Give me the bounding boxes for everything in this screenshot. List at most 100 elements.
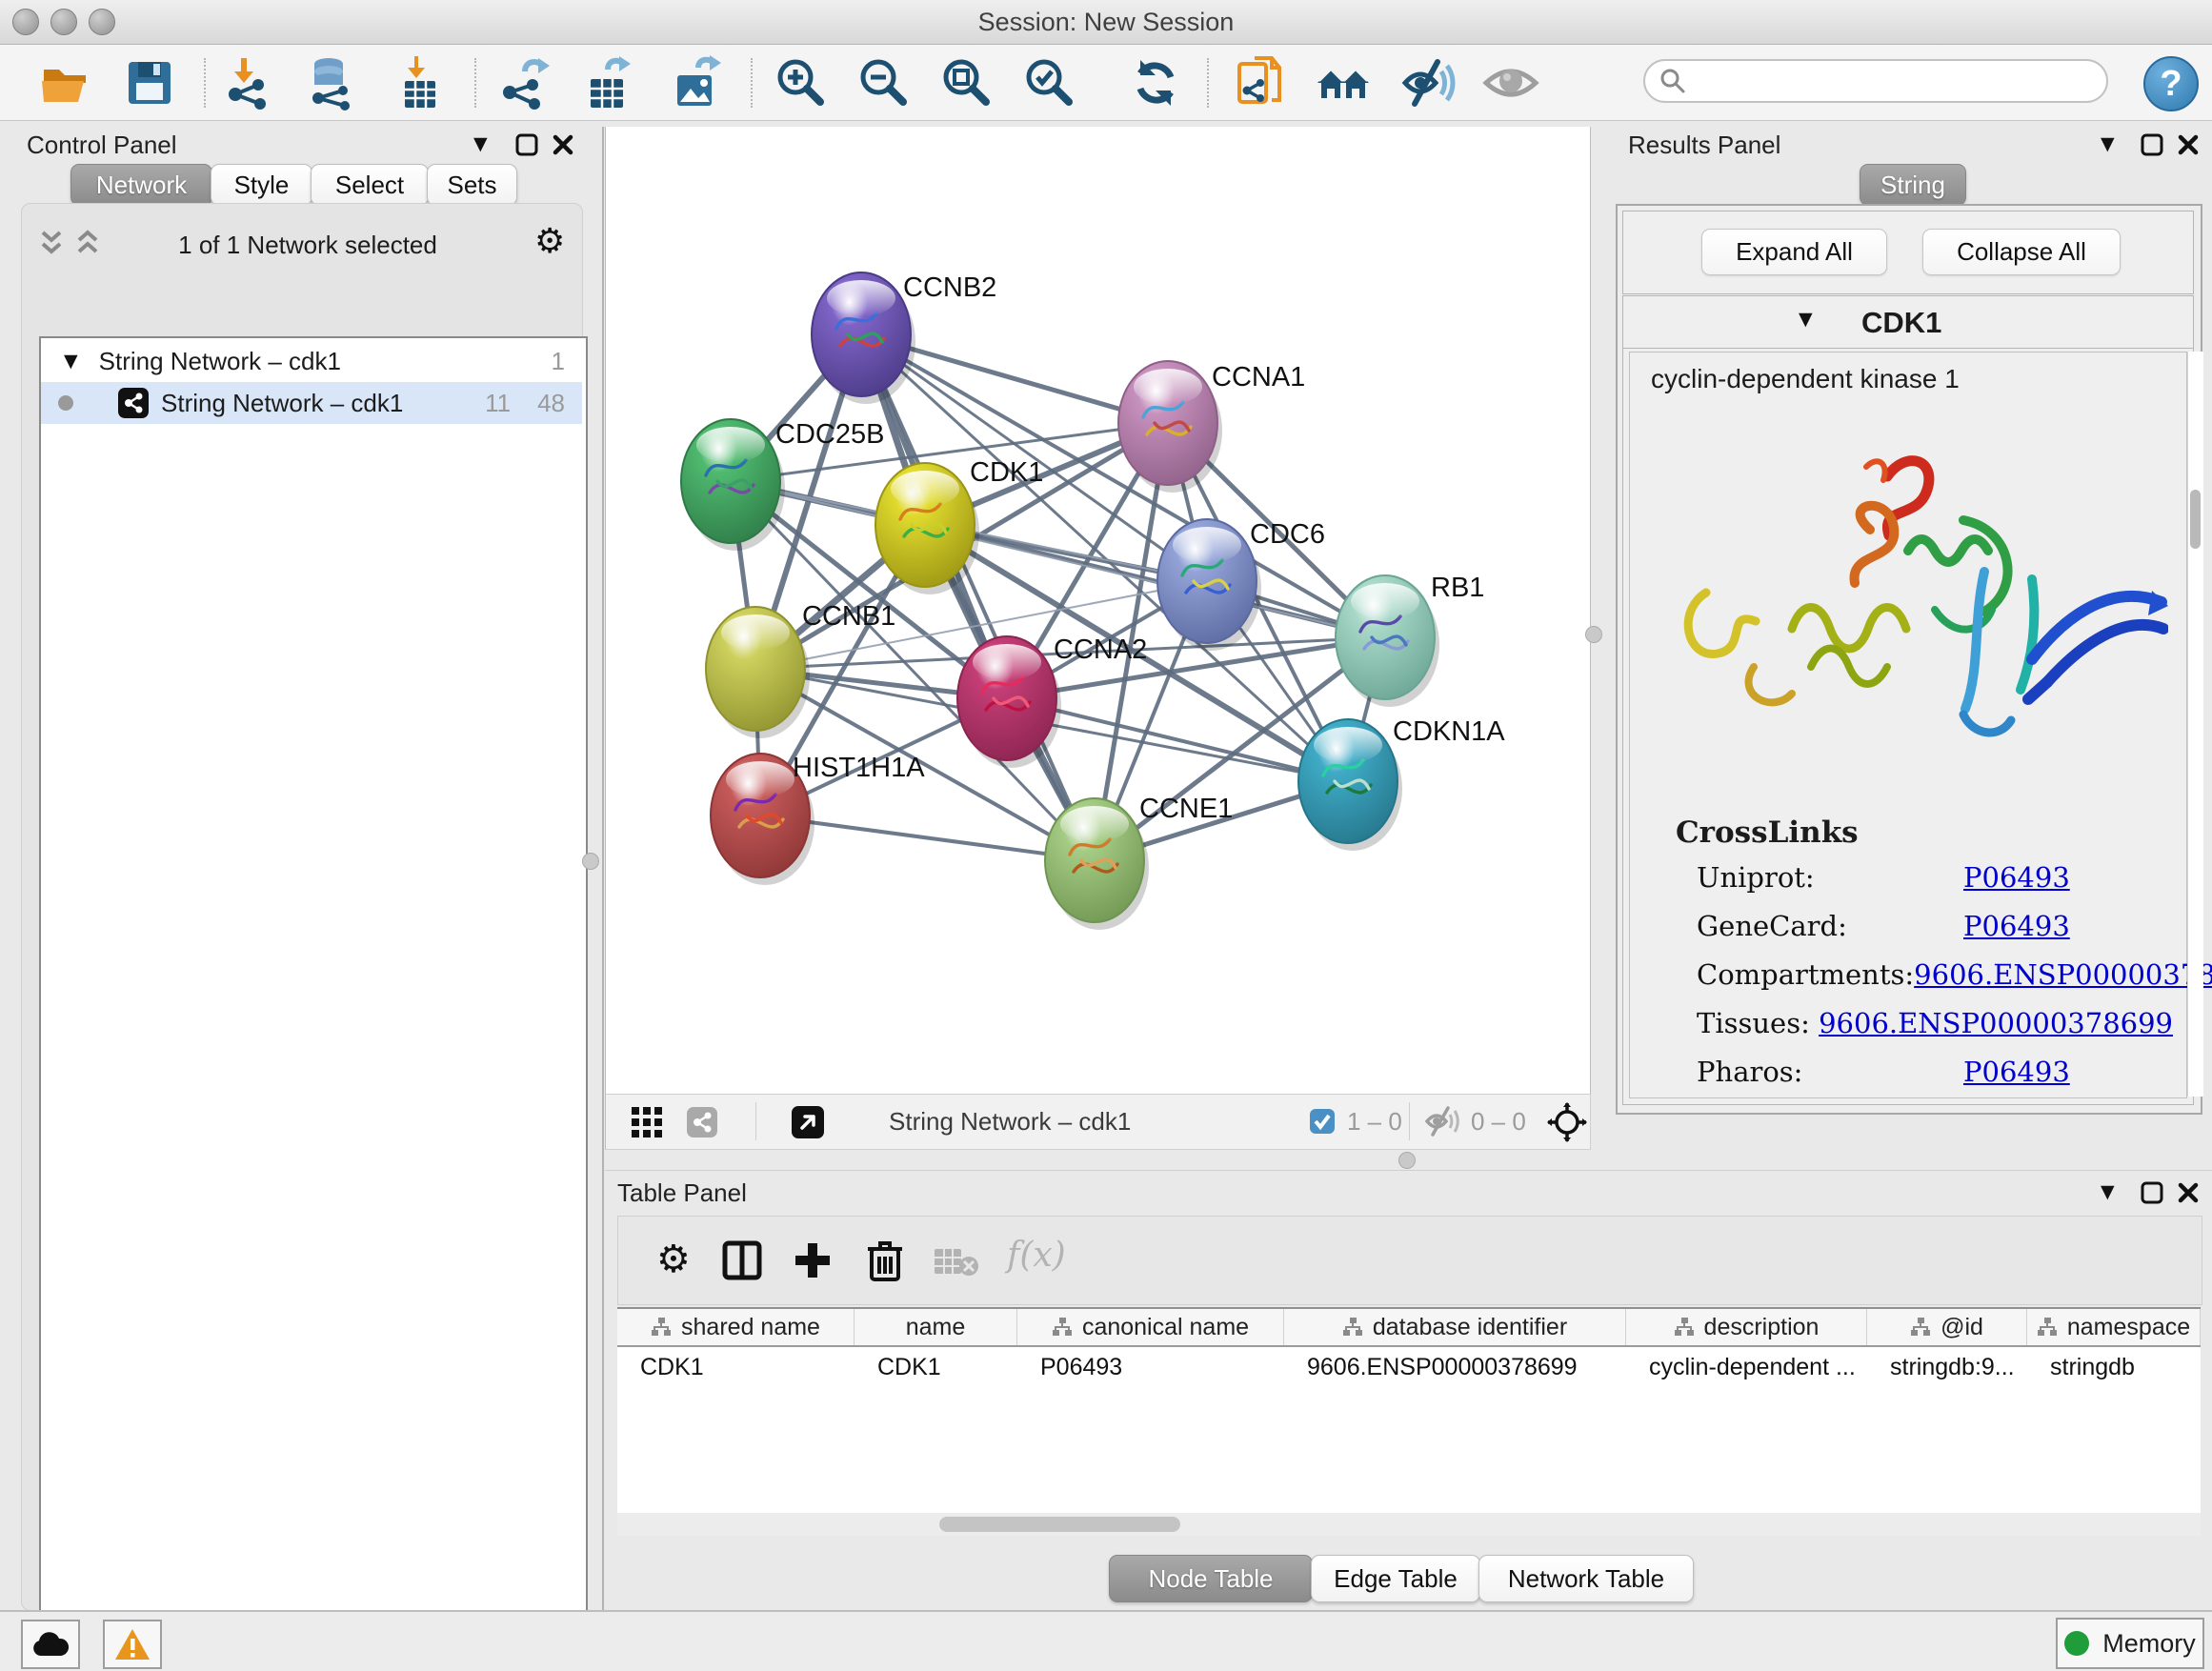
control-panel-menu-icon[interactable]: ▼ — [473, 133, 488, 154]
table-cell[interactable]: P06493 — [1017, 1347, 1284, 1387]
memory-label: Memory — [2102, 1629, 2196, 1659]
vertical-splitter-handle[interactable] — [582, 853, 599, 870]
zoom-fit-icon[interactable] — [938, 54, 995, 111]
tab-sets[interactable]: Sets — [427, 164, 517, 206]
horizontal-splitter-handle[interactable] — [1398, 1152, 1416, 1169]
table-panel-menu-icon[interactable]: ▼ — [2101, 1181, 2115, 1202]
network-node-ccne1[interactable] — [1045, 798, 1149, 930]
network-node-cdk1[interactable] — [875, 463, 979, 594]
help-button[interactable]: ? — [2143, 56, 2199, 111]
share-view-icon[interactable] — [686, 1106, 718, 1138]
document-share-icon[interactable] — [1232, 54, 1289, 111]
crosslink-value-link[interactable]: 9606.ENSP00000378699 — [1819, 1007, 2173, 1039]
collapse-all-icon[interactable] — [37, 229, 66, 257]
refresh-icon[interactable] — [1127, 54, 1184, 111]
protein-name: CDK1 — [1861, 306, 1941, 340]
export-network-icon[interactable] — [496, 54, 553, 111]
string-network-graph[interactable]: CCNB2CCNA1CDC25BCDK1CDC6RB1CCNB1CCNA2CDK… — [606, 127, 1590, 1094]
table-cell[interactable]: CDK1 — [617, 1347, 855, 1387]
network-node-ccnb1[interactable] — [706, 607, 810, 738]
protein-section-header[interactable]: ▼ CDK1 — [1623, 296, 2193, 349]
table-panel-close-icon[interactable] — [2176, 1180, 2201, 1205]
table-cell[interactable]: cyclin-dependent ... — [1626, 1347, 1867, 1387]
eye-gray-icon[interactable] — [1482, 54, 1539, 111]
column-header-canonical-name[interactable]: canonical name — [1017, 1309, 1284, 1345]
houses-icon[interactable] — [1316, 54, 1373, 111]
crosslink-value-link[interactable]: P06493 — [1963, 1056, 2070, 1088]
protein-collapse-icon[interactable]: ▼ — [1799, 309, 1813, 330]
tab-edge-table[interactable]: Edge Table — [1311, 1555, 1480, 1602]
table-cell[interactable]: CDK1 — [855, 1347, 1017, 1387]
network-node-rb1[interactable] — [1336, 575, 1439, 707]
network-node-cdkn1a[interactable] — [1298, 719, 1402, 851]
save-icon[interactable] — [121, 54, 178, 111]
show-columns-icon[interactable] — [721, 1239, 763, 1281]
add-column-icon[interactable] — [792, 1239, 834, 1281]
export-image-icon[interactable] — [668, 54, 725, 111]
results-panel-close-icon[interactable] — [2176, 132, 2201, 157]
results-scrollbar-track[interactable] — [2187, 352, 2203, 1097]
vertical-splitter-handle-right[interactable] — [1585, 626, 1602, 643]
memory-button[interactable]: Memory — [2056, 1618, 2204, 1669]
network-row-selected[interactable]: String Network – cdk1 11 48 — [41, 382, 582, 424]
table-options-gear-icon[interactable]: ⚙ — [656, 1240, 691, 1278]
column-header-namespace[interactable]: namespace — [2027, 1309, 2201, 1345]
open-folder-icon[interactable] — [38, 54, 95, 111]
results-scrollbar-thumb[interactable] — [2190, 490, 2201, 549]
table-panel-float-icon[interactable] — [2140, 1180, 2164, 1205]
import-network-file-icon[interactable] — [220, 54, 277, 111]
network-view-canvas[interactable]: CCNB2CCNA1CDC25BCDK1CDC6RB1CCNB1CCNA2CDK… — [605, 127, 1591, 1094]
zoom-selected-icon[interactable] — [1021, 54, 1078, 111]
zoom-in-icon[interactable] — [773, 54, 830, 111]
eye-hidden-icon[interactable] — [1399, 54, 1457, 111]
tab-network[interactable]: Network — [70, 164, 212, 206]
zoom-out-icon[interactable] — [855, 54, 913, 111]
table-hscrollbar-track[interactable] — [617, 1513, 2201, 1536]
tab-style[interactable]: Style — [211, 164, 312, 206]
expand-all-button[interactable]: Expand All — [1701, 229, 1887, 275]
crosslink-value-link[interactable]: P06493 — [1963, 910, 2070, 942]
network-node-ccnb2[interactable] — [812, 272, 915, 404]
expand-all-icon[interactable] — [73, 229, 102, 257]
network-node-ccna2[interactable] — [957, 636, 1061, 768]
tab-select[interactable]: Select — [311, 164, 429, 206]
selected-checkbox-icon[interactable] — [1309, 1108, 1336, 1135]
cloud-button[interactable] — [21, 1620, 80, 1669]
network-node-cdc6[interactable] — [1157, 519, 1261, 651]
grid-view-icon[interactable] — [631, 1106, 663, 1138]
control-panel-float-icon[interactable] — [514, 132, 539, 157]
table-cell[interactable]: 9606.ENSP00000378699 — [1284, 1347, 1626, 1387]
tab-string[interactable]: String — [1860, 164, 1966, 206]
warnings-button[interactable] — [103, 1620, 162, 1669]
fit-selected-crosshair-icon[interactable] — [1547, 1102, 1587, 1142]
delete-column-trash-icon[interactable] — [864, 1238, 906, 1281]
column-header-name[interactable]: name — [855, 1309, 1017, 1345]
table-cell[interactable]: stringdb:9... — [1867, 1347, 2027, 1387]
birds-eye-view-icon[interactable] — [791, 1105, 825, 1139]
network-node-ccna1[interactable] — [1118, 361, 1222, 493]
column-header--id[interactable]: @id — [1867, 1309, 2027, 1345]
table-cell[interactable]: stringdb — [2027, 1347, 2201, 1387]
crosslink-value-link[interactable]: 9606.ENSP00000378699 — [1914, 958, 2212, 991]
import-network-database-icon[interactable] — [303, 54, 360, 111]
table-toolbar: ⚙ f(x) — [617, 1216, 2202, 1305]
tab-node-table[interactable]: Node Table — [1109, 1555, 1313, 1602]
column-header-shared-name[interactable]: shared name — [617, 1309, 855, 1345]
network-collection-row[interactable]: ▼ String Network – cdk1 1 — [41, 340, 582, 382]
tab-network-table[interactable]: Network Table — [1478, 1555, 1694, 1602]
search-input[interactable] — [1687, 67, 2072, 96]
import-table-icon[interactable] — [392, 54, 449, 111]
table-row[interactable]: CDK1CDK1P064939606.ENSP00000378699cyclin… — [617, 1347, 2201, 1387]
results-panel-float-icon[interactable] — [2140, 132, 2164, 157]
results-panel-menu-icon[interactable]: ▼ — [2101, 133, 2115, 154]
collection-collapse-icon[interactable]: ▼ — [64, 351, 78, 372]
export-table-icon[interactable] — [579, 54, 636, 111]
crosslinks-list: Uniprot:P06493GeneCard:P06493Compartment… — [1697, 861, 2173, 1104]
control-panel-close-icon[interactable] — [551, 132, 575, 157]
column-header-description[interactable]: description — [1626, 1309, 1867, 1345]
column-header-database-identifier[interactable]: database identifier — [1284, 1309, 1626, 1345]
crosslink-value-link[interactable]: P06493 — [1963, 861, 2070, 894]
collapse-all-button[interactable]: Collapse All — [1922, 229, 2121, 275]
network-options-gear-icon[interactable]: ⚙ — [534, 225, 565, 259]
table-hscrollbar-thumb[interactable] — [939, 1517, 1180, 1532]
